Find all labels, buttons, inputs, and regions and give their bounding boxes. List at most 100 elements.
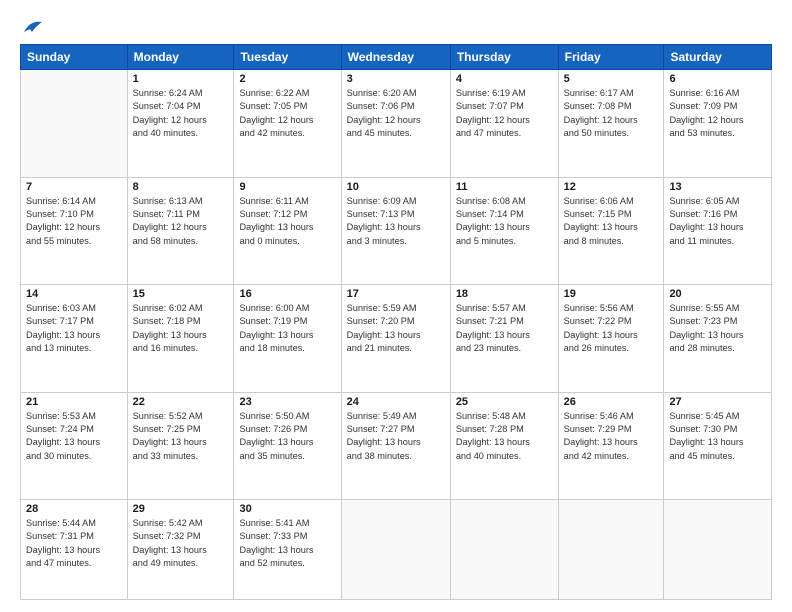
day-info: Sunrise: 6:11 AM Sunset: 7:12 PM Dayligh…: [239, 195, 335, 248]
day-info: Sunrise: 6:08 AM Sunset: 7:14 PM Dayligh…: [456, 195, 553, 248]
weekday-header-saturday: Saturday: [664, 45, 772, 70]
day-number: 19: [564, 288, 659, 300]
day-info: Sunrise: 6:16 AM Sunset: 7:09 PM Dayligh…: [669, 87, 766, 140]
day-number: 13: [669, 181, 766, 193]
weekday-header-friday: Friday: [558, 45, 664, 70]
day-number: 26: [564, 396, 659, 408]
day-number: 7: [26, 181, 122, 193]
day-number: 14: [26, 288, 122, 300]
day-number: 27: [669, 396, 766, 408]
calendar-day-cell: 9 Sunrise: 6:11 AM Sunset: 7:12 PM Daylig…: [234, 177, 341, 285]
day-number: 20: [669, 288, 766, 300]
day-info: Sunrise: 6:03 AM Sunset: 7:17 PM Dayligh…: [26, 302, 122, 355]
weekday-header-wednesday: Wednesday: [341, 45, 450, 70]
day-number: 2: [239, 73, 335, 85]
calendar-day-cell: 30 Sunrise: 5:41 AM Sunset: 7:33 PM Dayli…: [234, 500, 341, 600]
calendar-week-row: 7Sunrise: 6:14 AM Sunset: 7:10 PM Daylig…: [21, 177, 772, 285]
day-number: 25: [456, 396, 553, 408]
day-info: Sunrise: 5:55 AM Sunset: 7:23 PM Dayligh…: [669, 302, 766, 355]
calendar-day-cell: 27 Sunrise: 5:45 AM Sunset: 7:30 PM Dayli…: [664, 392, 772, 500]
day-number: 28: [26, 503, 122, 515]
day-info: Sunrise: 5:45 AM Sunset: 7:30 PM Dayligh…: [669, 410, 766, 463]
day-number: 16: [239, 288, 335, 300]
day-info: Sunrise: 5:49 AM Sunset: 7:27 PM Dayligh…: [347, 410, 445, 463]
logo-bird-icon: [22, 18, 44, 36]
calendar-day-cell: [341, 500, 450, 600]
calendar-day-cell: 3 Sunrise: 6:20 AM Sunset: 7:06 PM Daylig…: [341, 70, 450, 178]
day-number: 11: [456, 181, 553, 193]
calendar-day-cell: 4 Sunrise: 6:19 AM Sunset: 7:07 PM Daylig…: [450, 70, 558, 178]
day-number: 17: [347, 288, 445, 300]
calendar-day-cell: 22Sunrise: 5:52 AM Sunset: 7:25 PM Dayli…: [127, 392, 234, 500]
day-info: Sunrise: 5:56 AM Sunset: 7:22 PM Dayligh…: [564, 302, 659, 355]
day-number: 3: [347, 73, 445, 85]
calendar-day-cell: 26 Sunrise: 5:46 AM Sunset: 7:29 PM Dayli…: [558, 392, 664, 500]
day-number: 23: [239, 396, 335, 408]
calendar-day-cell: [558, 500, 664, 600]
day-number: 12: [564, 181, 659, 193]
calendar-day-cell: [21, 70, 128, 178]
calendar-table: SundayMondayTuesdayWednesdayThursdayFrid…: [20, 44, 772, 600]
day-number: 6: [669, 73, 766, 85]
day-number: 30: [239, 503, 335, 515]
day-number: 15: [133, 288, 229, 300]
calendar-day-cell: 14 Sunrise: 6:03 AM Sunset: 7:17 PM Dayli…: [21, 285, 128, 393]
day-info: Sunrise: 5:48 AM Sunset: 7:28 PM Dayligh…: [456, 410, 553, 463]
calendar-day-cell: 17 Sunrise: 5:59 AM Sunset: 7:20 PM Dayli…: [341, 285, 450, 393]
day-number: 10: [347, 181, 445, 193]
calendar-day-cell: 16 Sunrise: 6:00 AM Sunset: 7:19 PM Dayli…: [234, 285, 341, 393]
day-info: Sunrise: 6:06 AM Sunset: 7:15 PM Dayligh…: [564, 195, 659, 248]
day-info: Sunrise: 6:19 AM Sunset: 7:07 PM Dayligh…: [456, 87, 553, 140]
weekday-header-thursday: Thursday: [450, 45, 558, 70]
day-info: Sunrise: 6:24 AM Sunset: 7:04 PM Dayligh…: [133, 87, 229, 140]
page: SundayMondayTuesdayWednesdayThursdayFrid…: [0, 0, 792, 612]
calendar-day-cell: 2Sunrise: 6:22 AM Sunset: 7:05 PM Daylig…: [234, 70, 341, 178]
day-number: 24: [347, 396, 445, 408]
calendar-day-cell: 1 Sunrise: 6:24 AM Sunset: 7:04 PM Daylig…: [127, 70, 234, 178]
calendar-day-cell: 24 Sunrise: 5:49 AM Sunset: 7:27 PM Dayli…: [341, 392, 450, 500]
calendar-day-cell: 5 Sunrise: 6:17 AM Sunset: 7:08 PM Daylig…: [558, 70, 664, 178]
day-info: Sunrise: 6:02 AM Sunset: 7:18 PM Dayligh…: [133, 302, 229, 355]
day-info: Sunrise: 5:44 AM Sunset: 7:31 PM Dayligh…: [26, 517, 122, 570]
day-info: Sunrise: 6:00 AM Sunset: 7:19 PM Dayligh…: [239, 302, 335, 355]
calendar-week-row: 14 Sunrise: 6:03 AM Sunset: 7:17 PM Dayli…: [21, 285, 772, 393]
day-info: Sunrise: 6:20 AM Sunset: 7:06 PM Dayligh…: [347, 87, 445, 140]
calendar-day-cell: 19 Sunrise: 5:56 AM Sunset: 7:22 PM Dayli…: [558, 285, 664, 393]
calendar-day-cell: 18 Sunrise: 5:57 AM Sunset: 7:21 PM Dayli…: [450, 285, 558, 393]
day-number: 1: [133, 73, 229, 85]
calendar-day-cell: 25 Sunrise: 5:48 AM Sunset: 7:28 PM Dayli…: [450, 392, 558, 500]
day-number: 9: [239, 181, 335, 193]
day-number: 22: [133, 396, 229, 408]
day-info: Sunrise: 5:42 AM Sunset: 7:32 PM Dayligh…: [133, 517, 229, 570]
calendar-day-cell: 12 Sunrise: 6:06 AM Sunset: 7:15 PM Dayli…: [558, 177, 664, 285]
weekday-header-monday: Monday: [127, 45, 234, 70]
day-info: Sunrise: 5:53 AM Sunset: 7:24 PM Dayligh…: [26, 410, 122, 463]
day-info: Sunrise: 6:09 AM Sunset: 7:13 PM Dayligh…: [347, 195, 445, 248]
day-info: Sunrise: 5:59 AM Sunset: 7:20 PM Dayligh…: [347, 302, 445, 355]
calendar-day-cell: 13Sunrise: 6:05 AM Sunset: 7:16 PM Dayli…: [664, 177, 772, 285]
calendar-day-cell: 28 Sunrise: 5:44 AM Sunset: 7:31 PM Dayli…: [21, 500, 128, 600]
day-info: Sunrise: 6:13 AM Sunset: 7:11 PM Dayligh…: [133, 195, 229, 248]
day-number: 18: [456, 288, 553, 300]
day-number: 4: [456, 73, 553, 85]
calendar-day-cell: [450, 500, 558, 600]
day-info: Sunrise: 5:41 AM Sunset: 7:33 PM Dayligh…: [239, 517, 335, 570]
day-info: Sunrise: 5:46 AM Sunset: 7:29 PM Dayligh…: [564, 410, 659, 463]
day-info: Sunrise: 5:50 AM Sunset: 7:26 PM Dayligh…: [239, 410, 335, 463]
header: [20, 18, 772, 36]
calendar-day-cell: 11 Sunrise: 6:08 AM Sunset: 7:14 PM Dayli…: [450, 177, 558, 285]
day-number: 5: [564, 73, 659, 85]
calendar-day-cell: 29Sunrise: 5:42 AM Sunset: 7:32 PM Dayli…: [127, 500, 234, 600]
calendar-day-cell: 6 Sunrise: 6:16 AM Sunset: 7:09 PM Daylig…: [664, 70, 772, 178]
day-info: Sunrise: 5:57 AM Sunset: 7:21 PM Dayligh…: [456, 302, 553, 355]
day-info: Sunrise: 6:17 AM Sunset: 7:08 PM Dayligh…: [564, 87, 659, 140]
calendar-week-row: 21Sunrise: 5:53 AM Sunset: 7:24 PM Dayli…: [21, 392, 772, 500]
logo: [20, 18, 44, 36]
day-number: 8: [133, 181, 229, 193]
calendar-day-cell: 7Sunrise: 6:14 AM Sunset: 7:10 PM Daylig…: [21, 177, 128, 285]
calendar-day-cell: [664, 500, 772, 600]
calendar-day-cell: 21Sunrise: 5:53 AM Sunset: 7:24 PM Dayli…: [21, 392, 128, 500]
calendar-day-cell: 23 Sunrise: 5:50 AM Sunset: 7:26 PM Dayli…: [234, 392, 341, 500]
calendar-week-row: 28 Sunrise: 5:44 AM Sunset: 7:31 PM Dayli…: [21, 500, 772, 600]
weekday-header-tuesday: Tuesday: [234, 45, 341, 70]
